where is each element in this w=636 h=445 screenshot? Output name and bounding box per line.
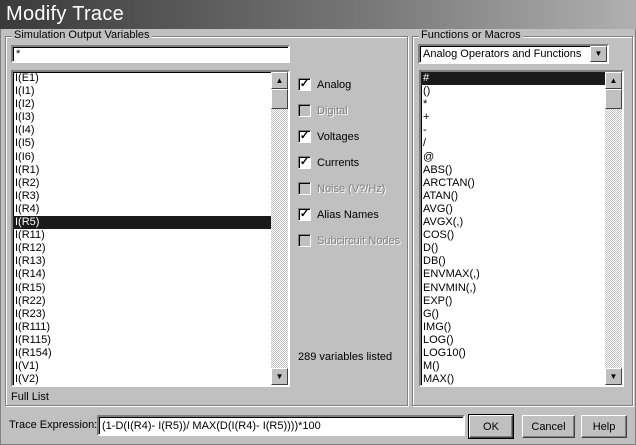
function-item[interactable]: COS() <box>421 229 622 242</box>
ok-button[interactable]: OK <box>468 414 514 439</box>
function-item[interactable]: ENVMIN(,) <box>421 282 622 295</box>
function-item[interactable]: ENVMAX(,) <box>421 268 622 281</box>
function-item[interactable]: / <box>421 137 622 150</box>
function-item[interactable]: @ <box>421 151 622 164</box>
functions-dropdown[interactable]: Analog Operators and Functions ▼ <box>418 44 609 64</box>
checkbox-box <box>298 182 311 195</box>
function-item[interactable]: DB() <box>421 255 622 268</box>
checkbox-box <box>298 234 311 247</box>
scroll-down-icon[interactable]: ▼ <box>605 368 622 385</box>
variable-count: 289 variables listed <box>298 351 393 363</box>
scroll-up-icon[interactable]: ▲ <box>271 72 288 89</box>
function-item[interactable]: * <box>421 98 622 111</box>
checkbox-digital: Digital <box>298 104 348 117</box>
functions-dropdown-value: Analog Operators and Functions <box>423 48 582 60</box>
variable-item[interactable]: I(R2) <box>13 177 288 190</box>
variable-item[interactable]: I(E1) <box>13 72 288 85</box>
function-item[interactable]: ATAN() <box>421 190 622 203</box>
checkbox-label: Subcircuit Nodes <box>317 234 401 247</box>
checkbox-box[interactable]: ✓ <box>298 78 311 91</box>
dialog: Simulation Output Variables I(E1)I(I1)I(… <box>0 29 636 445</box>
checkbox-label: Currents <box>317 156 360 169</box>
variable-item[interactable]: I(I3) <box>13 111 288 124</box>
function-item[interactable]: LOG() <box>421 334 622 347</box>
checkbox-box <box>298 104 311 117</box>
variable-item[interactable]: I(R22) <box>13 295 288 308</box>
variable-item[interactable]: I(R14) <box>13 268 288 281</box>
variable-item[interactable]: I(R13) <box>13 255 288 268</box>
checkbox-noise-v-hz-: Noise (V?/Hz) <box>298 182 385 195</box>
variable-item[interactable]: I(R15) <box>13 282 288 295</box>
checkbox-box[interactable]: ✓ <box>298 156 311 169</box>
checkbox-label: Analog <box>317 78 352 91</box>
checkbox-voltages[interactable]: ✓ Voltages <box>298 130 359 143</box>
variable-item[interactable]: I(R5) <box>13 216 288 230</box>
variable-item[interactable]: I(I1) <box>13 85 288 98</box>
help-button[interactable]: Help <box>581 415 627 438</box>
variable-item[interactable]: I(V1) <box>13 360 288 373</box>
function-item[interactable]: MAX() <box>421 373 622 385</box>
function-item[interactable]: M() <box>421 360 622 373</box>
function-item[interactable]: ABS() <box>421 164 622 177</box>
variable-item[interactable]: I(V2) <box>13 373 288 385</box>
variable-item[interactable]: I(I4) <box>13 124 288 137</box>
variable-item[interactable]: I(R154) <box>13 347 288 360</box>
scroll-thumb[interactable] <box>605 89 622 109</box>
checkbox-alias-names[interactable]: ✓ Alias Names <box>298 208 379 221</box>
variables-scrollbar[interactable]: ▲ ▼ <box>271 72 288 385</box>
variable-item[interactable]: I(R115) <box>13 334 288 347</box>
function-item[interactable]: AVGX(,) <box>421 216 622 229</box>
function-item[interactable]: LOG10() <box>421 347 622 360</box>
variable-item[interactable]: I(I5) <box>13 137 288 150</box>
variables-group-label: Simulation Output Variables <box>12 29 152 41</box>
functions-scrollbar[interactable]: ▲ ▼ <box>605 72 622 385</box>
checkbox-box[interactable]: ✓ <box>298 208 311 221</box>
trace-expression-input[interactable] <box>97 415 465 436</box>
function-item[interactable]: EXP() <box>421 295 622 308</box>
variable-item[interactable]: I(R12) <box>13 242 288 255</box>
function-item[interactable]: + <box>421 111 622 124</box>
function-item[interactable]: # <box>421 72 622 86</box>
function-item[interactable]: AVG() <box>421 203 622 216</box>
trace-expression-label: Trace Expression: <box>9 419 98 431</box>
checkbox-currents[interactable]: ✓ Currents <box>298 156 359 169</box>
scroll-down-icon[interactable]: ▼ <box>271 368 288 385</box>
variable-item[interactable]: I(R111) <box>13 321 288 334</box>
variable-item[interactable]: I(R1) <box>13 164 288 177</box>
variable-item[interactable]: I(R3) <box>13 190 288 203</box>
variable-item[interactable]: I(I2) <box>13 98 288 111</box>
function-item[interactable]: G() <box>421 308 622 321</box>
checkbox-analog[interactable]: ✓ Analog <box>298 78 351 91</box>
checkbox-subcircuit-nodes: Subcircuit Nodes <box>298 234 400 247</box>
variables-list[interactable]: I(E1) I(I1) I(I2) I(I3) I(I4) I(I5) I(I6) I(R1)… <box>11 70 290 387</box>
function-item[interactable]: () <box>421 85 622 98</box>
window-title: Modify Trace <box>0 0 636 29</box>
variable-item[interactable]: I(R4) <box>13 203 288 216</box>
checkbox-label: Noise (V?/Hz) <box>317 182 386 195</box>
filter-input[interactable] <box>11 45 290 63</box>
function-item[interactable]: ARCTAN() <box>421 177 622 190</box>
scroll-up-icon[interactable]: ▲ <box>605 72 622 89</box>
scroll-thumb[interactable] <box>271 89 288 109</box>
checkbox-label: Alias Names <box>317 208 379 221</box>
variable-item[interactable]: I(R23) <box>13 308 288 321</box>
checkbox-label: Voltages <box>317 130 360 143</box>
list-label: Full List <box>11 391 49 403</box>
function-item[interactable]: IMG() <box>421 321 622 334</box>
checkbox-box[interactable]: ✓ <box>298 130 311 143</box>
variable-item[interactable]: I(R11) <box>13 229 288 242</box>
functions-list[interactable]: #() * + - / @ ABS() ARCTAN() ATAN() AVG() AVGX(,) C… <box>419 70 624 387</box>
functions-group-label: Functions or Macros <box>419 29 523 41</box>
cancel-button[interactable]: Cancel <box>522 415 575 438</box>
variable-item[interactable]: I(I6) <box>13 151 288 164</box>
function-item[interactable]: - <box>421 124 622 137</box>
function-item[interactable]: D() <box>421 242 622 255</box>
checkbox-label: Digital <box>317 104 348 117</box>
chevron-down-icon[interactable]: ▼ <box>590 46 607 62</box>
